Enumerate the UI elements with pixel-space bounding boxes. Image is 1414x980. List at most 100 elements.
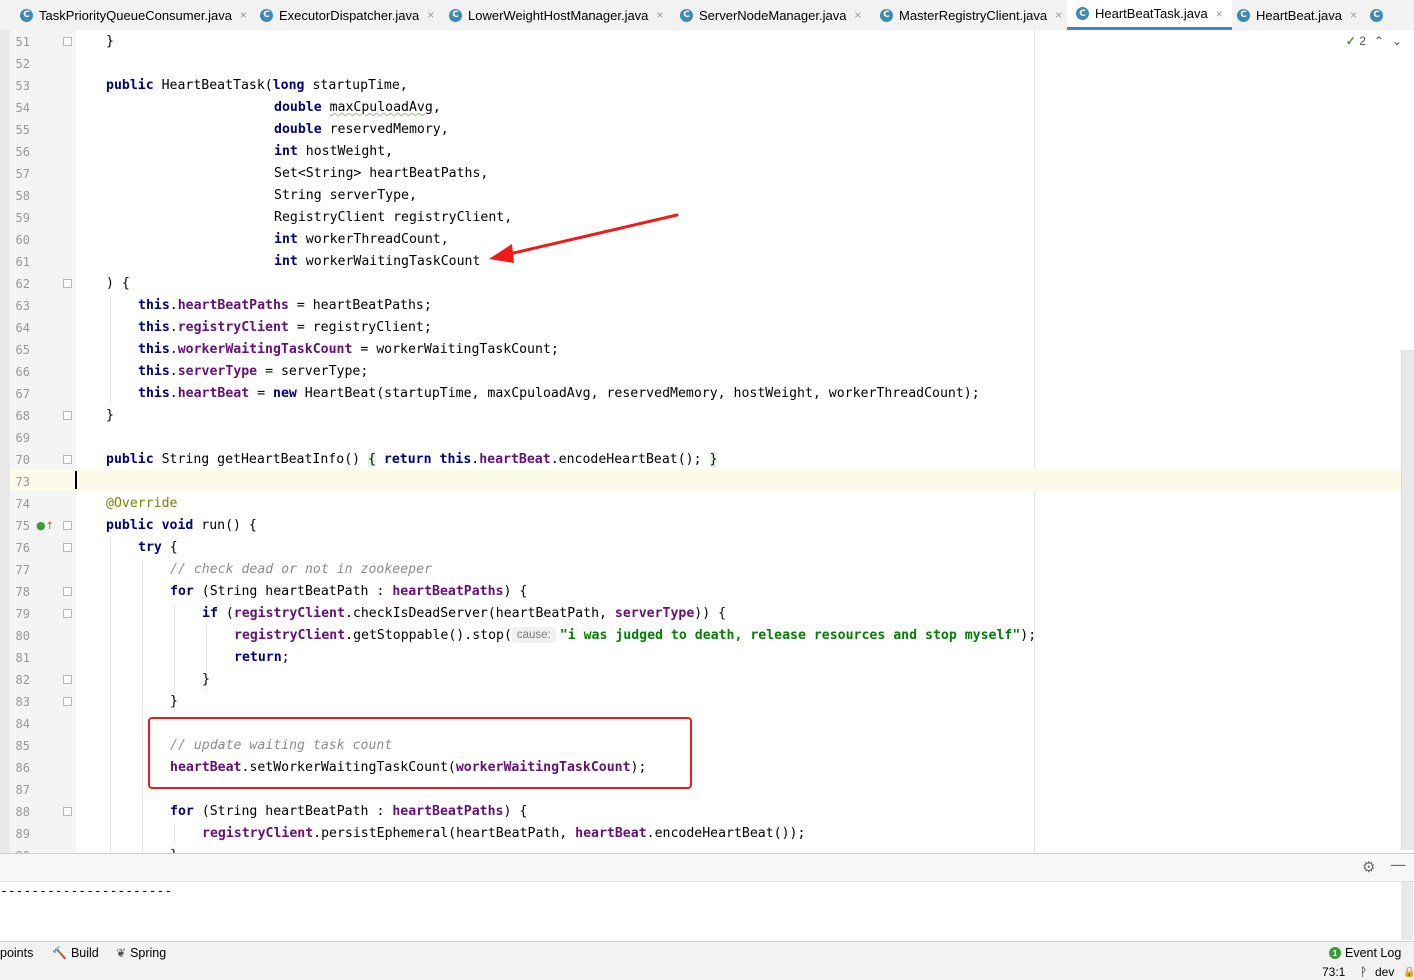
code-line[interactable]: 82} [0,669,1400,691]
fold-toggle-icon[interactable] [63,807,72,816]
code-line[interactable]: 59 RegistryClient registryClient, [0,207,1400,229]
inspection-widget[interactable]: ✓ 2 ⌃ ⌄ [1346,34,1402,48]
tab-heartbeat[interactable]: C HeartBeat.java × [1237,0,1357,30]
build-button[interactable]: 🔨 Build [52,946,99,960]
code-line[interactable]: 75 ●↑ public void run() { [0,515,1400,537]
code-line[interactable]: 81 return; [0,647,1400,669]
fold-toggle-icon[interactable] [63,37,72,46]
code-line[interactable]: 66 this.serverType = serverType; [0,361,1400,383]
code-text[interactable]: this.serverType = serverType; [138,361,368,383]
code-line[interactable]: 74 @Override [0,493,1400,515]
fold-toggle-icon[interactable] [63,609,72,618]
code-text[interactable]: this.registryClient = registryClient; [138,317,432,339]
tab-heartbeattask[interactable]: C HeartBeatTask.java × [1067,0,1232,30]
tab-servernodemanager[interactable]: C ServerNodeManager.java × [680,0,861,30]
tab-overflow[interactable]: C [1370,0,1389,30]
code-line[interactable]: 53 public HeartBeatTask(long startupTime, [0,75,1400,97]
code-line[interactable]: 67 this.heartBeat = new HeartBeat(startup… [0,383,1400,405]
caret-position[interactable]: 73:1 [1322,965,1345,980]
code-text[interactable]: try { [138,537,178,559]
close-icon[interactable]: × [1350,8,1357,22]
event-log-button[interactable]: 1 Event Log [1329,946,1401,960]
code-text[interactable]: if (registryClient.checkIsDeadServer(hea… [202,603,726,625]
close-icon[interactable]: × [240,8,247,22]
code-line[interactable]: 65 this.workerWaitingTaskCount = workerWa… [0,339,1400,361]
code-line[interactable]: 60 int workerThreadCount, [0,229,1400,251]
code-line[interactable]: 69 [0,427,1400,449]
code-line[interactable]: 57 Set<String> heartBeatPaths, [0,163,1400,185]
code-line[interactable]: 54 double maxCpuloadAvg, [0,97,1400,119]
code-line[interactable]: 78 for (String heartBeatPath : heartBeatP… [0,581,1400,603]
code-line[interactable]: 90} [0,845,1400,853]
console-scrollbar[interactable] [1401,882,1413,940]
code-text[interactable]: String serverType, [274,185,417,207]
close-icon[interactable]: × [1216,7,1223,21]
code-text[interactable]: } [170,691,178,713]
code-line[interactable]: 80 registryClient.getStoppable().stop(cau… [0,625,1400,647]
code-text[interactable]: registryClient.getStoppable().stop(cause… [234,625,1036,647]
code-line[interactable]: 89 registryClient.persistEphemeral(heartB… [0,823,1400,845]
code-line[interactable]: 68} [0,405,1400,427]
code-line[interactable]: 84 [0,713,1400,735]
close-icon[interactable]: × [427,8,434,22]
fold-toggle-icon[interactable] [63,411,72,420]
fold-toggle-icon[interactable] [63,543,72,552]
code-text[interactable]: registryClient.persistEphemeral(heartBea… [202,823,805,845]
code-line[interactable]: 86 heartBeat.setWorkerWaitingTaskCount(wo… [0,757,1400,779]
code-line[interactable]: 76 try { [0,537,1400,559]
fold-toggle-icon[interactable] [63,455,72,464]
close-icon[interactable]: × [656,8,663,22]
code-text[interactable]: ) { [106,273,130,295]
code-text[interactable]: } [106,405,114,427]
code-line[interactable]: 51} [0,31,1400,53]
code-line[interactable]: 56 int hostWeight, [0,141,1400,163]
code-line[interactable]: 87 [0,779,1400,801]
code-line[interactable]: 62) { [0,273,1400,295]
code-text[interactable]: } [106,31,114,53]
editor-scrollbar[interactable] [1401,350,1414,850]
code-text[interactable]: double reservedMemory, [274,119,449,141]
code-line[interactable]: 52 [0,53,1400,75]
code-text[interactable]: // update waiting task count [170,735,392,757]
code-text[interactable]: for (String heartBeatPath : heartBeatPat… [170,581,527,603]
code-text[interactable]: this.workerWaitingTaskCount = workerWait… [138,339,559,361]
code-line[interactable]: 88 for (String heartBeatPath : heartBeatP… [0,801,1400,823]
code-text[interactable]: this.heartBeat = new HeartBeat(startupTi… [138,383,980,405]
code-line[interactable]: 63 this.heartBeatPaths = heartBeatPaths; [0,295,1400,317]
tab-lowerweighthostmanager[interactable]: C LowerWeightHostManager.java × [449,0,663,30]
code-text[interactable]: } [170,845,178,853]
close-icon[interactable]: × [1055,8,1062,22]
code-text[interactable]: } [202,669,210,691]
code-line[interactable]: 55 double reservedMemory, [0,119,1400,141]
fold-toggle-icon[interactable] [63,675,72,684]
chevron-up-icon[interactable]: ⌃ [1374,34,1384,48]
spring-button[interactable]: ❦ Spring [116,946,166,960]
code-line[interactable]: 64 this.registryClient = registryClient; [0,317,1400,339]
fold-toggle-icon[interactable] [63,279,72,288]
fold-toggle-icon[interactable] [63,697,72,706]
code-text[interactable]: for (String heartBeatPath : heartBeatPat… [170,801,527,823]
minimize-icon[interactable]: — [1390,855,1406,874]
tab-masterregistryclient[interactable]: C MasterRegistryClient.java × [880,0,1062,30]
code-line[interactable]: 85 // update waiting task count [0,735,1400,757]
code-text[interactable]: int hostWeight, [274,141,393,163]
fold-toggle-icon[interactable] [63,521,72,530]
code-text[interactable]: Set<String> heartBeatPaths, [274,163,488,185]
close-icon[interactable]: × [854,8,861,22]
code-text[interactable]: double maxCpuloadAvg, [274,97,441,119]
code-text[interactable]: public void run() { [106,515,257,537]
code-line[interactable]: 79 if (registryClient.checkIsDeadServer(h… [0,603,1400,625]
tab-taskpriorityqueueconsumer[interactable]: C TaskPriorityQueueConsumer.java × [20,0,247,30]
code-text[interactable]: int workerThreadCount, [274,229,449,251]
lock-icon[interactable]: 🔒 [1403,965,1414,980]
code-line[interactable]: 61 int workerWaitingTaskCount [0,251,1400,273]
code-text[interactable]: heartBeat.setWorkerWaitingTaskCount(work… [170,757,646,779]
inspection-status[interactable]: ✓ 2 [1346,34,1366,48]
code-text[interactable]: int workerWaitingTaskCount [274,251,480,273]
code-line[interactable]: 58 String serverType, [0,185,1400,207]
code-editor[interactable]: 51} 52 53 public HeartBeatTask(long startup… [0,30,1414,853]
override-marker-icon[interactable]: ●↑ [36,519,54,532]
code-line[interactable]: 73 [0,471,1400,493]
fold-toggle-icon[interactable] [63,587,72,596]
code-text[interactable]: // check dead or not in zookeeper [170,559,432,581]
